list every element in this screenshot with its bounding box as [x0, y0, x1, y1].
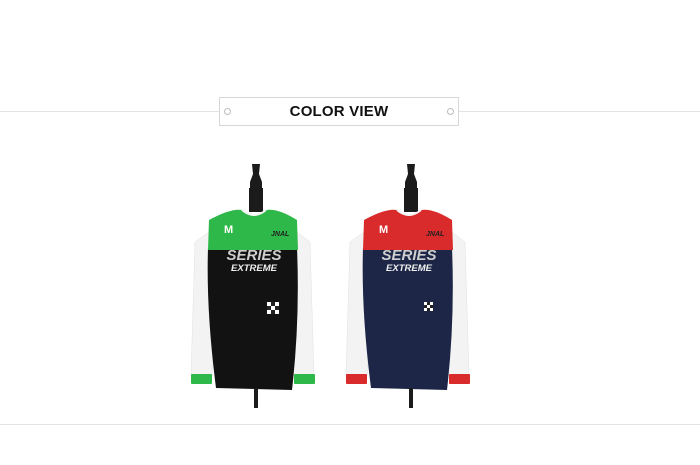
mannequin-shirt-graphic: M JNAL SERIES EXTREME — [345, 164, 470, 408]
product-image-red-navy[interactable]: M JNAL SERIES EXTREME — [341, 160, 481, 410]
shirt-chest-text-2: EXTREME — [386, 263, 433, 274]
shirt-chest-text-1: SERIES — [226, 247, 281, 264]
bottom-divider — [0, 424, 700, 425]
mannequin-shirt-graphic: M JNAL SERIES EXTREME — [190, 164, 315, 408]
decorative-dot-right — [447, 108, 454, 115]
shirt-letter: M — [379, 224, 388, 236]
shirt-logo: JNAL — [271, 231, 289, 238]
shirt-letter: M — [224, 224, 233, 236]
shirt-chest-text-2: EXTREME — [231, 263, 278, 274]
decorative-dot-left — [224, 108, 231, 115]
shirt-logo: JNAL — [426, 231, 444, 238]
product-image-green-black[interactable]: M JNAL SERIES EXTREME — [186, 160, 326, 410]
section-title: COLOR VIEW — [289, 103, 389, 120]
color-view-header: COLOR VIEW — [219, 97, 459, 126]
shirt-chest-text-1: SERIES — [381, 247, 436, 264]
